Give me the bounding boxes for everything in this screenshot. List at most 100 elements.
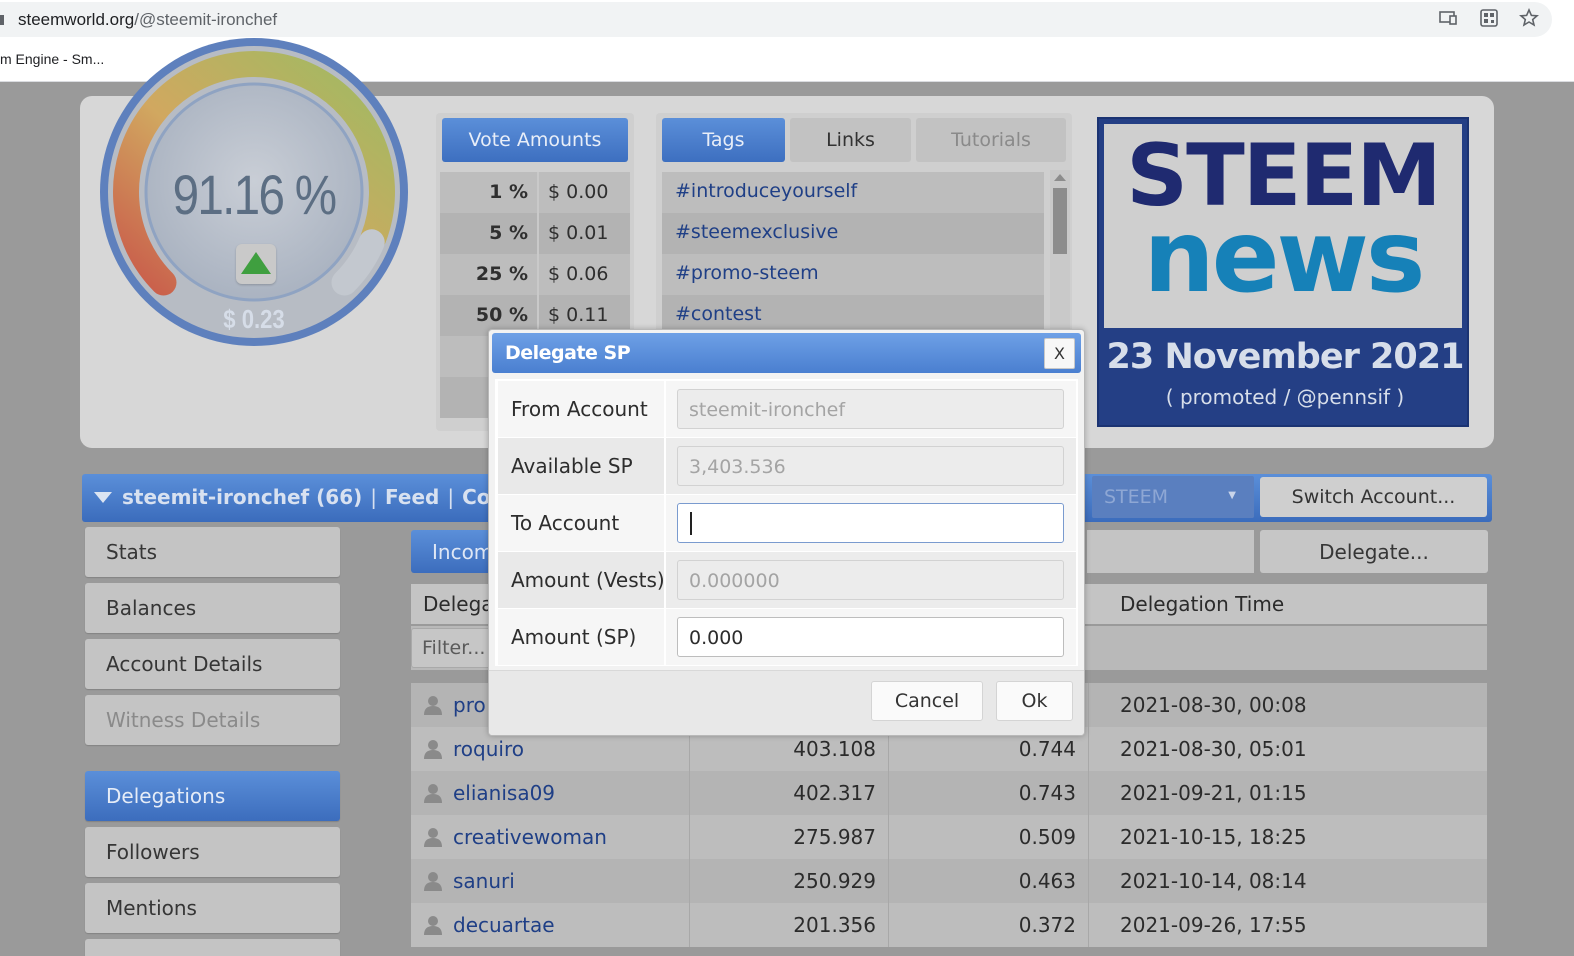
delegation-time: 2021-09-26, 17:55 <box>1120 913 1307 937</box>
delegator-link[interactable]: roquiro <box>453 737 524 761</box>
value-cell: 3,403.536 <box>666 438 1076 494</box>
divider <box>888 859 889 903</box>
url-domain: steemworld.org <box>18 10 135 29</box>
vote-up-button[interactable] <box>236 244 276 284</box>
vote-percent: 50 % <box>475 304 528 326</box>
sidebar-item-stats[interactable]: Stats <box>85 527 340 577</box>
sidebar-item-more[interactable] <box>85 939 340 956</box>
value-cell: 0.000000 <box>666 552 1076 608</box>
tag-item[interactable]: #introduceyourself <box>662 172 1044 213</box>
delegator-link[interactable]: sanuri <box>453 869 515 893</box>
dialog-footer: Cancel Ok <box>489 670 1084 735</box>
field-available-sp: Available SP 3,403.536 <box>498 438 1076 494</box>
tab-tags[interactable]: Tags <box>662 118 785 162</box>
delegator-link[interactable]: pro <box>453 693 486 717</box>
nav-separator: | <box>447 485 455 509</box>
sidebar-item-mentions[interactable]: Mentions <box>85 883 340 933</box>
steem-news-banner[interactable]: STEEM news 23 November 2021 ( promoted /… <box>1097 117 1469 427</box>
delegation-time: 2021-10-14, 08:14 <box>1120 869 1307 893</box>
address-bar[interactable]: steemworld.org/@steemit-ironchef <box>0 2 1552 37</box>
amount-sp-input[interactable]: 0.000 <box>677 617 1064 657</box>
divider <box>689 771 690 815</box>
bookmark-item[interactable]: m Engine - Sm... <box>0 51 104 67</box>
field-from-account: From Account steemit-ironchef <box>498 381 1076 437</box>
user-icon <box>424 916 442 935</box>
vote-amount: $ 0.00 <box>548 181 609 203</box>
delegation-time: 2021-08-30, 05:01 <box>1120 737 1307 761</box>
delegate-sp-dialog: Delegate SP X From Account steemit-ironc… <box>488 329 1085 736</box>
sidebar-item-balances[interactable]: Balances <box>85 583 340 633</box>
vote-amount-row: 25 % $ 0.06 <box>440 254 630 295</box>
value-cell <box>666 495 1076 551</box>
url-path: /@steemit-ironchef <box>134 10 278 29</box>
vote-amount-row: 1 % $ 0.00 <box>440 172 630 213</box>
currency-select[interactable]: STEEM ▼ <box>1092 476 1254 518</box>
field-amount-vests: Amount (Vests) 0.000000 <box>498 552 1076 608</box>
vote-amounts-tab[interactable]: Vote Amounts <box>442 118 628 162</box>
voting-power-percent: 91.16 % <box>172 163 337 226</box>
divider <box>888 903 889 947</box>
tab-incoming[interactable]: Incom <box>411 530 491 573</box>
steem-news-logo: STEEM news <box>1104 124 1462 328</box>
label-cell: From Account <box>498 381 664 437</box>
amount-vests-input: 0.000000 <box>677 560 1064 600</box>
switch-account-button[interactable]: Switch Account... <box>1260 477 1487 517</box>
delegation-time: 2021-08-30, 00:08 <box>1120 693 1307 717</box>
value-cell: steemit-ironchef <box>666 381 1076 437</box>
scroll-thumb[interactable] <box>1053 188 1067 254</box>
user-icon <box>424 740 442 759</box>
account-name[interactable]: steemit-ironchef (66) <box>122 485 362 509</box>
table-row: creativewoman 275.987 0.509 2021-10-15, 18:… <box>411 815 1487 859</box>
from-account-input: steemit-ironchef <box>677 389 1064 429</box>
delegator-link[interactable]: elianisa09 <box>453 781 555 805</box>
delegation-time: 2021-10-15, 18:25 <box>1120 825 1307 849</box>
tab-strip <box>1087 530 1254 573</box>
field-to-account: To Account <box>498 495 1076 551</box>
tag-item[interactable]: #promo-steem <box>662 254 1044 295</box>
divider <box>689 815 690 859</box>
col-delegator[interactable]: Delega <box>423 592 494 616</box>
dialog-title: Delegate SP <box>505 342 631 364</box>
nav-feed[interactable]: Feed <box>385 485 439 509</box>
url-text[interactable]: steemworld.org/@steemit-ironchef <box>18 10 277 30</box>
bookmark-star-icon[interactable] <box>1519 8 1539 28</box>
tab-links[interactable]: Links <box>790 118 911 162</box>
sidebar-item-witness-details[interactable]: Witness Details <box>85 695 340 745</box>
up-arrow-icon <box>241 252 271 274</box>
scroll-up-icon[interactable] <box>1054 174 1066 181</box>
delegated-sp: 275.987 <box>793 825 876 849</box>
tab-tutorials[interactable]: Tutorials <box>916 118 1066 162</box>
delegated-sp: 250.929 <box>793 869 876 893</box>
delegated-mvests: 0.743 <box>1018 781 1076 805</box>
field-label: To Account <box>511 511 620 535</box>
sidebar-item-followers[interactable]: Followers <box>85 827 340 877</box>
cancel-button[interactable]: Cancel <box>871 681 983 721</box>
site-info-icon[interactable] <box>0 15 4 25</box>
delegated-sp: 403.108 <box>793 737 876 761</box>
text-cursor <box>690 512 692 535</box>
nav-separator: | <box>370 485 378 509</box>
delegate-button[interactable]: Delegate... <box>1260 530 1488 573</box>
sidebar-item-delegations[interactable]: Delegations <box>85 771 340 821</box>
qr-code-icon[interactable] <box>1479 8 1499 28</box>
col-delegation-time[interactable]: Delegation Time <box>1120 592 1284 616</box>
delegated-mvests: 0.372 <box>1018 913 1076 937</box>
field-label: From Account <box>511 397 648 421</box>
ok-button[interactable]: Ok <box>996 681 1073 721</box>
divider <box>537 254 539 295</box>
collapse-triangle-icon[interactable] <box>94 492 112 503</box>
close-button[interactable]: X <box>1044 338 1075 369</box>
divider <box>888 771 889 815</box>
cast-icon[interactable] <box>1438 8 1458 28</box>
sidebar-item-account-details[interactable]: Account Details <box>85 639 340 689</box>
field-label: Amount (SP) <box>511 625 637 649</box>
tag-item[interactable]: #steemexclusive <box>662 213 1044 254</box>
user-icon <box>424 784 442 803</box>
vote-amount: $ 0.11 <box>548 304 609 326</box>
delegator-link[interactable]: creativewoman <box>453 825 607 849</box>
delegator-link[interactable]: decuartae <box>453 913 555 937</box>
divider <box>1088 903 1089 947</box>
to-account-input[interactable] <box>677 503 1064 543</box>
label-cell: Available SP <box>498 438 664 494</box>
dialog-body: From Account steemit-ironchef Available … <box>495 379 1078 666</box>
